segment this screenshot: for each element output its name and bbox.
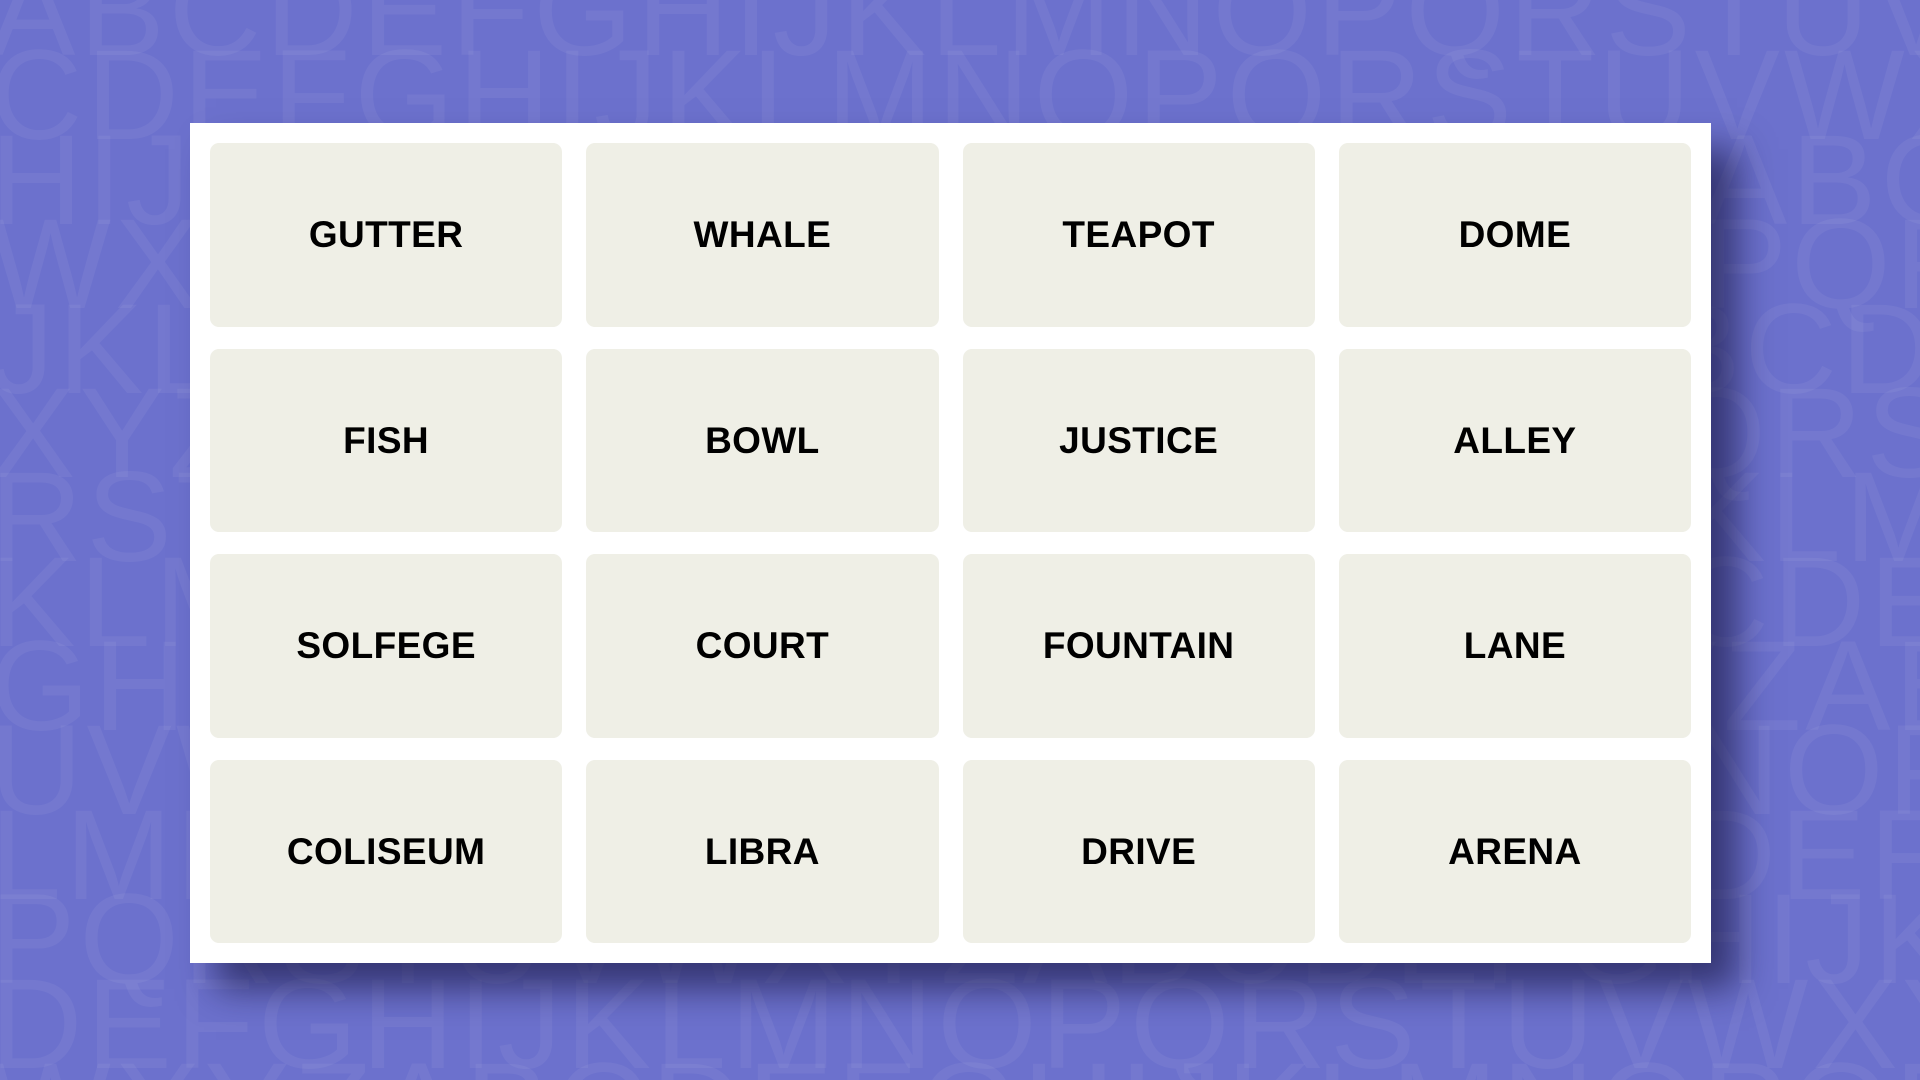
word-tile[interactable]: DRIVE bbox=[962, 759, 1315, 943]
word-tile[interactable]: GUTTER bbox=[210, 143, 563, 327]
word-tile[interactable]: SOLFEGE bbox=[210, 554, 563, 738]
word-tile-label: LIBRA bbox=[704, 830, 820, 872]
word-tile[interactable]: DOME bbox=[1338, 143, 1691, 327]
word-tile-grid: GUTTER WHALE TEAPOT DOME FISH BOWL JUSTICE ALLE… bbox=[210, 143, 1691, 943]
word-tile-label: BOWL bbox=[705, 419, 820, 461]
word-tile[interactable]: TEAPOT bbox=[962, 143, 1315, 327]
word-tile-label: ALLEY bbox=[1453, 419, 1577, 461]
word-tile[interactable]: FISH bbox=[210, 348, 563, 532]
word-tile-label: FISH bbox=[343, 419, 430, 461]
word-tile[interactable]: FOUNTAIN bbox=[962, 554, 1315, 738]
word-tile-label: DOME bbox=[1458, 214, 1572, 256]
background-pattern-row: WXYZABCDEFGHIJKLMNOPQRSTUVWXYZAB bbox=[0, 1044, 1920, 1080]
word-tile-label: LANE bbox=[1463, 625, 1567, 667]
word-tile[interactable]: ALLEY bbox=[1338, 348, 1691, 532]
word-tile[interactable]: WHALE bbox=[586, 143, 939, 327]
word-tile-label: COLISEUM bbox=[286, 830, 486, 872]
word-tile-label: FOUNTAIN bbox=[1042, 625, 1235, 667]
word-tile-label: WHALE bbox=[693, 214, 832, 256]
word-tile[interactable]: BOWL bbox=[586, 348, 939, 532]
word-tile-label: GUTTER bbox=[308, 214, 464, 256]
word-tile-label: SOLFEGE bbox=[296, 625, 476, 667]
puzzle-card: GUTTER WHALE TEAPOT DOME FISH BOWL JUSTICE ALLE… bbox=[190, 123, 1711, 963]
word-tile[interactable]: ARENA bbox=[1338, 759, 1691, 943]
word-tile[interactable]: COLISEUM bbox=[210, 759, 563, 943]
word-tile[interactable]: LANE bbox=[1338, 554, 1691, 738]
word-tile-label: DRIVE bbox=[1081, 830, 1197, 872]
word-tile[interactable]: JUSTICE bbox=[962, 348, 1315, 532]
word-tile-label: COURT bbox=[695, 625, 830, 667]
word-tile-label: JUSTICE bbox=[1059, 419, 1219, 461]
word-tile[interactable]: LIBRA bbox=[586, 759, 939, 943]
word-tile-label: ARENA bbox=[1448, 830, 1582, 872]
word-tile[interactable]: COURT bbox=[586, 554, 939, 738]
word-tile-label: TEAPOT bbox=[1062, 214, 1215, 256]
